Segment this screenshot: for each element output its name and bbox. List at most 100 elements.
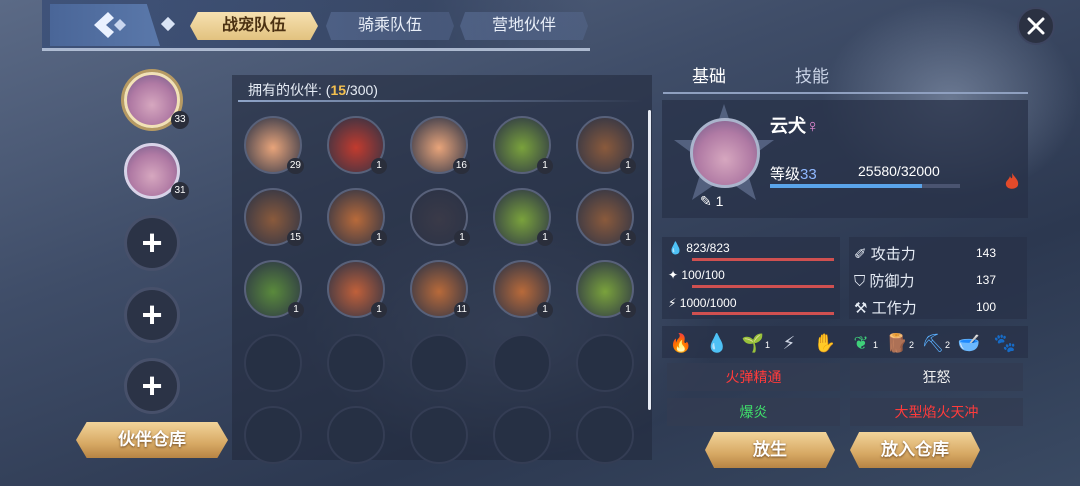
empty-partner-cell <box>327 334 385 392</box>
empty-partner-cell <box>493 406 551 464</box>
handiwork-icon[interactable]: ✋ <box>812 330 838 356</box>
work-level: 2 <box>908 340 914 350</box>
partner-warehouse-button[interactable]: 伙伴仓库 <box>76 422 228 458</box>
team-slot-2[interactable]: 31 <box>124 143 189 200</box>
team-slot-add-4[interactable]: + <box>124 287 180 343</box>
shield-icon: ⛉ <box>854 273 866 290</box>
tab-battle-team[interactable]: 战宠队伍 <box>190 12 318 40</box>
command-indicator: ✎ 1 <box>700 193 724 209</box>
hp-bar <box>692 258 834 261</box>
owned-partner-cell[interactable]: 1 <box>576 188 636 246</box>
level-badge: 33 <box>171 111 189 129</box>
work-value: 100 <box>976 300 997 314</box>
plant-work-icon[interactable]: 🌱 1 <box>740 330 770 356</box>
team-slot-1[interactable]: 33 <box>124 72 189 129</box>
passive-skill-3[interactable]: 爆炎 <box>667 398 840 426</box>
store-button[interactable]: 放入仓库 <box>850 432 980 468</box>
release-button[interactable]: 放生 <box>705 432 835 468</box>
plus-icon: + <box>141 294 163 335</box>
owned-partner-cell[interactable]: 11 <box>410 260 470 318</box>
tab-basic[interactable]: 基础 <box>692 62 726 87</box>
level-badge: 1 <box>620 230 636 246</box>
mining-work-icon[interactable]: ⛏ 2 <box>920 330 950 356</box>
owned-partner-cell[interactable]: 1 <box>576 116 636 174</box>
empty-partner-cell <box>576 406 634 464</box>
defense-row: ⛉ 防御力 <box>854 273 915 290</box>
empty-partner-cell <box>327 406 385 464</box>
owned-partner-cell[interactable]: 29 <box>244 116 304 174</box>
tab-skills[interactable]: 技能 <box>795 62 829 87</box>
owned-partner-cell[interactable]: 1 <box>244 260 304 318</box>
mp-bar <box>692 285 834 288</box>
level-badge: 11 <box>453 302 470 318</box>
owned-partner-cell[interactable]: 1 <box>327 260 387 318</box>
defense-value: 137 <box>976 273 997 287</box>
hammer-icon: ⚒ <box>854 300 868 317</box>
medicine-work-icon[interactable]: 🥣 <box>956 330 982 356</box>
mp-row: ✦ 100/100 <box>668 268 725 282</box>
owned-partner-cell[interactable]: 1 <box>493 188 553 246</box>
flame-work-icon[interactable]: 🔥 <box>668 330 694 356</box>
empty-partner-cell <box>244 406 302 464</box>
stamina-row: ⚡ 1000/1000 <box>668 296 737 310</box>
owned-partner-cell[interactable]: 1 <box>327 116 387 174</box>
owned-partner-cell[interactable]: 1 <box>493 116 553 174</box>
top-bar-divider <box>42 48 590 51</box>
pet-portrait <box>690 118 760 188</box>
work-level: 1 <box>872 340 878 350</box>
passive-skill-2[interactable]: 狂怒 <box>850 363 1023 391</box>
passive-skill-1[interactable]: 火弹精通 <box>667 363 840 391</box>
female-icon: ♀ <box>806 116 820 136</box>
electric-work-icon[interactable]: ⚡ <box>776 330 802 356</box>
transport-work-icon[interactable]: 🐾 <box>992 330 1018 356</box>
level-badge: 29 <box>286 158 304 174</box>
owned-partner-cell[interactable]: 1 <box>576 260 636 318</box>
hp-row: 💧 823/823 <box>668 241 730 255</box>
owned-partner-cell[interactable]: 16 <box>410 116 470 174</box>
lumber-work-icon[interactable]: 🪵 2 <box>884 330 914 356</box>
water-work-icon[interactable]: 💧 <box>704 330 730 356</box>
work-row: ⚒ 工作力 <box>854 300 917 317</box>
gather-work-icon[interactable]: ❦ 1 <box>848 330 878 356</box>
mp-icon: ✦ <box>668 268 679 282</box>
owned-scrollbar[interactable] <box>648 110 651 410</box>
level-badge: 1 <box>537 158 553 174</box>
owned-partner-cell[interactable]: 1 <box>327 188 387 246</box>
sword-icon: ✐ <box>854 246 867 263</box>
pet-level: 等级33 <box>770 166 817 183</box>
level-badge: 1 <box>537 302 553 318</box>
tab-mount-team[interactable]: 骑乘队伍 <box>326 12 454 40</box>
back-arrow-icon <box>94 12 126 38</box>
empty-partner-cell <box>410 334 468 392</box>
level-badge: 1 <box>371 230 387 246</box>
hp-icon: 💧 <box>668 241 683 255</box>
owned-count: 拥有的伙伴: (15/300) <box>248 82 378 98</box>
close-button[interactable] <box>1017 7 1055 45</box>
team-slot-add-3[interactable]: + <box>124 215 180 271</box>
level-badge: 1 <box>371 158 387 174</box>
level-badge: 1 <box>371 302 387 318</box>
attack-row: ✐ 攻击力 <box>854 246 916 263</box>
back-button[interactable] <box>50 4 160 46</box>
level-badge: 31 <box>171 182 189 200</box>
owned-partner-cell[interactable]: 1 <box>493 260 553 318</box>
attack-value: 143 <box>976 246 997 260</box>
team-slot-add-5[interactable]: + <box>124 358 180 414</box>
level-badge: 1 <box>288 302 304 318</box>
level-badge: 1 <box>620 302 636 318</box>
level-badge: 16 <box>452 158 470 174</box>
work-level: 1 <box>764 340 770 350</box>
pet-name: 云犬♀ <box>770 116 820 136</box>
passive-skill-4[interactable]: 大型焰火天冲 <box>850 398 1023 426</box>
syringe-icon: ✎ <box>700 193 712 209</box>
empty-partner-cell <box>493 334 551 392</box>
level-badge: 1 <box>454 230 470 246</box>
level-badge: 1 <box>537 230 553 246</box>
empty-partner-cell <box>410 406 468 464</box>
empty-partner-cell <box>576 334 634 392</box>
level-badge: 15 <box>286 230 304 246</box>
owned-partner-cell[interactable]: 15 <box>244 188 304 246</box>
empty-partner-cell <box>244 334 302 392</box>
owned-partner-cell[interactable]: 1 <box>410 188 470 246</box>
tab-camp-partners[interactable]: 营地伙伴 <box>460 12 588 40</box>
